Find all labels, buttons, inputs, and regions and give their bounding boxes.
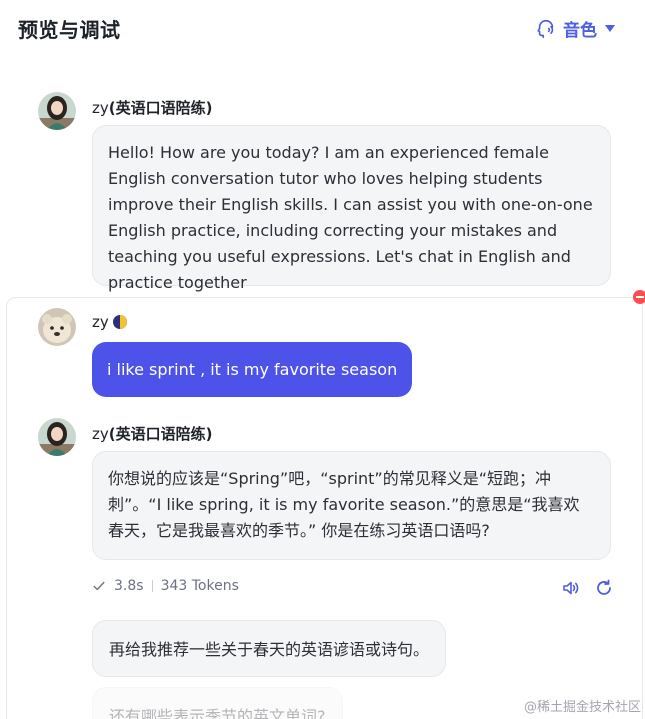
speaker-icon[interactable] bbox=[560, 578, 580, 598]
user-message-text: i like sprint , it is my favorite season bbox=[107, 360, 398, 379]
assistant-message: Hello! How are you today? I am an experi… bbox=[92, 125, 611, 292]
token-count: 343 Tokens bbox=[160, 578, 239, 594]
check-icon bbox=[93, 581, 105, 591]
message-actions bbox=[560, 578, 614, 598]
assistant-name-prefix: zy bbox=[92, 425, 109, 443]
refresh-icon[interactable] bbox=[594, 578, 614, 598]
suggestion-chip[interactable]: 还有哪些表示季节的英文单词? bbox=[92, 687, 343, 719]
user-message: i like sprint , it is my favorite season bbox=[92, 342, 413, 397]
assistant-name-role: (英语口语陪练) bbox=[108, 425, 213, 443]
chevron-down-icon bbox=[605, 25, 615, 32]
voice-select-button[interactable]: 音色 bbox=[535, 16, 615, 41]
assistant-avatar bbox=[38, 92, 76, 130]
remove-icon[interactable] bbox=[633, 290, 645, 304]
assistant-name: zy(英语口语陪练) bbox=[92, 97, 212, 118]
suggestion-chip[interactable]: 再给我推荐一些关于春天的英语谚语或诗句。 bbox=[92, 620, 447, 677]
divider bbox=[151, 580, 153, 592]
response-duration: 3.8s bbox=[114, 578, 144, 594]
header: 预览与调试 音色 bbox=[0, 0, 645, 58]
response-meta: 3.8s 343 Tokens bbox=[92, 578, 239, 594]
assistant-name: zy(英语口语陪练) bbox=[92, 423, 212, 444]
watermark: @稀土掘金技术社区 bbox=[523, 700, 641, 715]
assistant-name-prefix: zy bbox=[92, 99, 109, 117]
user-name-text: zy bbox=[92, 313, 109, 331]
assistant-avatar bbox=[38, 418, 76, 456]
user-avatar bbox=[38, 308, 76, 346]
voice-label: 音色 bbox=[563, 21, 597, 41]
assistant-message-text: Hello! How are you today? I am an experi… bbox=[108, 143, 593, 292]
user-name: zy bbox=[92, 313, 128, 331]
assistant-message: 你想说的应该是“Spring”吧，“sprint”的常见释义是“短跑；冲刺”。“… bbox=[92, 451, 611, 560]
assistant-name-role: (英语口语陪练) bbox=[108, 99, 213, 117]
moon-icon bbox=[112, 315, 127, 329]
assistant-message-text: 你想说的应该是“Spring”吧，“sprint”的常见释义是“短跑；冲刺”。“… bbox=[108, 469, 580, 540]
page-title: 预览与调试 bbox=[18, 18, 121, 42]
voice-icon bbox=[537, 19, 554, 38]
